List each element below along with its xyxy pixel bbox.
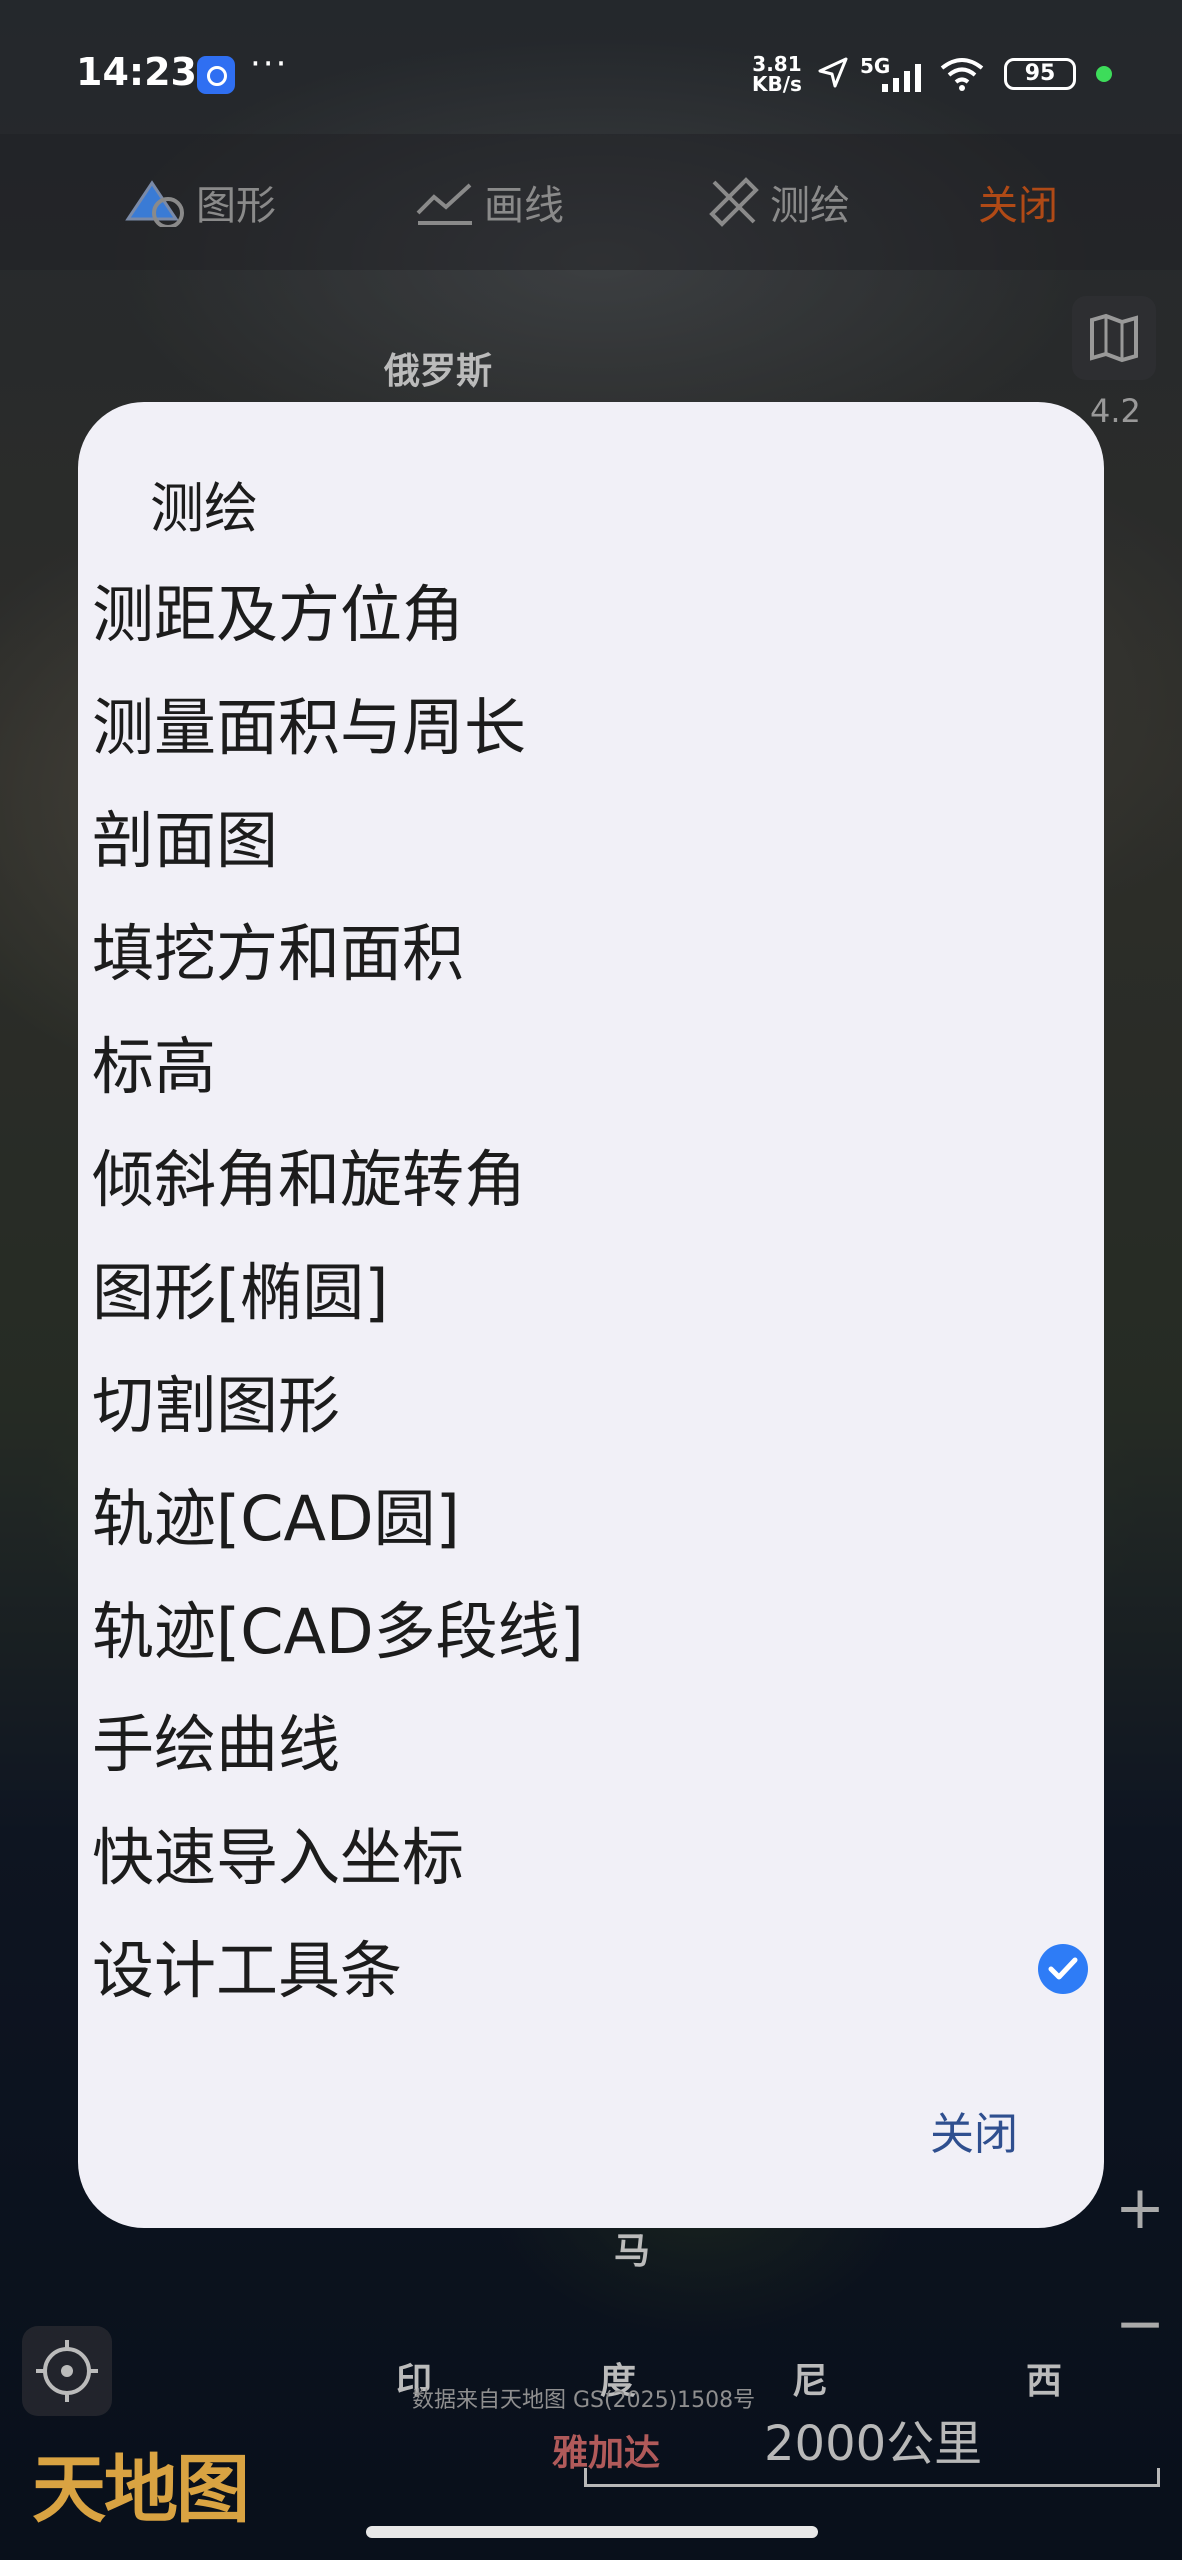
map-book-icon xyxy=(1090,313,1138,363)
list-item-label: 快速导入坐标 xyxy=(92,1821,465,1894)
tab-draw-line-label: 画线 xyxy=(484,183,564,229)
shape-icon xyxy=(125,180,184,227)
list-item-label: 填挖方和面积 xyxy=(92,917,465,990)
location-arrow-icon xyxy=(818,57,848,88)
list-item-label: 轨迹[CAD圆] xyxy=(92,1482,460,1555)
list-item-label: 标高 xyxy=(92,1030,217,1103)
map-label-malaysia: 马 xyxy=(614,2231,651,2272)
ruler-pencil-icon xyxy=(709,177,759,227)
toolbar-close-button[interactable]: 关闭 xyxy=(978,170,1058,234)
battery-level: 95 xyxy=(1004,58,1076,90)
dialog-close-button[interactable]: 关闭 xyxy=(930,2098,1018,2162)
map-label-russia: 俄罗斯 xyxy=(384,351,493,392)
list-item-cut-shape[interactable]: 切割图形 xyxy=(92,1361,1092,1474)
list-item-label: 倾斜角和旋转角 xyxy=(92,1143,527,1216)
wifi-icon xyxy=(940,58,984,91)
status-bar: 14:23 ··· 3.81 KB/s 5G 95 xyxy=(0,0,1182,150)
list-item-profile[interactable]: 剖面图 xyxy=(92,796,1092,909)
list-item-label: 手绘曲线 xyxy=(92,1708,341,1781)
dialog-title: 测绘 xyxy=(150,477,258,540)
map-label-indonesia-3: 尼 xyxy=(792,2361,829,2402)
list-item-elevation[interactable]: 标高 xyxy=(92,1022,1092,1135)
layers-map-button[interactable] xyxy=(1072,296,1156,380)
scale-bar xyxy=(584,2468,1160,2487)
status-time: 14:23 xyxy=(76,50,197,94)
list-item-label: 切割图形 xyxy=(92,1369,341,1442)
list-item-cad-polyline[interactable]: 轨迹[CAD多段线] xyxy=(92,1587,1092,1700)
tab-survey[interactable]: 测绘 xyxy=(706,170,850,234)
list-item-design-toolbar[interactable]: 设计工具条 xyxy=(92,1926,1092,2039)
map-label-indonesia-4: 西 xyxy=(1026,2361,1063,2402)
cell-signal-icon xyxy=(882,64,921,92)
toolbar-close-label: 关闭 xyxy=(978,183,1058,229)
list-item-ellipse[interactable]: 图形[椭圆] xyxy=(92,1248,1092,1361)
list-item-label: 剖面图 xyxy=(92,804,279,877)
survey-options-list: 测距及方位角 测量面积与周长 剖面图 填挖方和面积 标高 倾斜角和旋转角 图形[… xyxy=(92,570,1092,2039)
list-item-cad-circle[interactable]: 轨迹[CAD圆] xyxy=(92,1474,1092,1587)
zoom-in-button[interactable]: + xyxy=(1098,2166,1182,2250)
list-item-label: 测距及方位角 xyxy=(92,578,465,651)
zoom-out-button[interactable]: − xyxy=(1098,2282,1182,2366)
crosshair-icon xyxy=(36,2340,98,2402)
list-item-area-perimeter[interactable]: 测量面积与周长 xyxy=(92,683,1092,796)
zoom-level: 4.2 xyxy=(1090,392,1141,430)
tab-shape[interactable]: 图形 xyxy=(124,170,276,234)
more-notifications: ··· xyxy=(250,44,289,84)
list-item-label: 图形[椭圆] xyxy=(92,1256,389,1329)
list-item-import-coords[interactable]: 快速导入坐标 xyxy=(92,1813,1092,1926)
list-item-tilt-rotation[interactable]: 倾斜角和旋转角 xyxy=(92,1135,1092,1248)
list-item-distance-bearing[interactable]: 测距及方位角 xyxy=(92,570,1092,683)
data-source-credit: 数据来自天地图 GS(2025)1508号 xyxy=(412,2388,756,2413)
charging-dot-icon xyxy=(1096,66,1112,82)
scale-label: 2000公里 xyxy=(764,2416,983,2472)
checkmark-icon[interactable] xyxy=(1038,1944,1088,1994)
survey-dialog: 测绘 测距及方位角 测量面积与周长 剖面图 填挖方和面积 标高 倾斜角和旋转角 … xyxy=(78,402,1104,2228)
net-speed: 3.81 KB/s xyxy=(752,54,802,94)
net-speed-unit: KB/s xyxy=(752,72,802,96)
tab-draw-line[interactable]: 画线 xyxy=(414,170,564,234)
plus-icon: + xyxy=(1114,2173,1166,2243)
tianditu-logo: 天地图 xyxy=(32,2447,250,2533)
net-speed-value: 3.81 xyxy=(752,52,802,76)
top-toolbar: 图形 画线 测绘 关闭 xyxy=(0,134,1182,270)
list-item-freehand[interactable]: 手绘曲线 xyxy=(92,1700,1092,1813)
list-item-cut-fill[interactable]: 填挖方和面积 xyxy=(92,909,1092,1022)
list-item-label: 设计工具条 xyxy=(92,1934,403,2007)
line-chart-icon xyxy=(416,183,472,225)
minus-icon: − xyxy=(1114,2289,1166,2359)
tab-shape-label: 图形 xyxy=(196,183,276,229)
app-notification-icon xyxy=(197,56,235,94)
tab-survey-label: 测绘 xyxy=(770,183,850,229)
list-item-label: 轨迹[CAD多段线] xyxy=(92,1595,584,1668)
home-indicator[interactable] xyxy=(366,2526,818,2538)
list-item-label: 测量面积与周长 xyxy=(92,691,527,764)
locate-button[interactable] xyxy=(22,2326,112,2416)
